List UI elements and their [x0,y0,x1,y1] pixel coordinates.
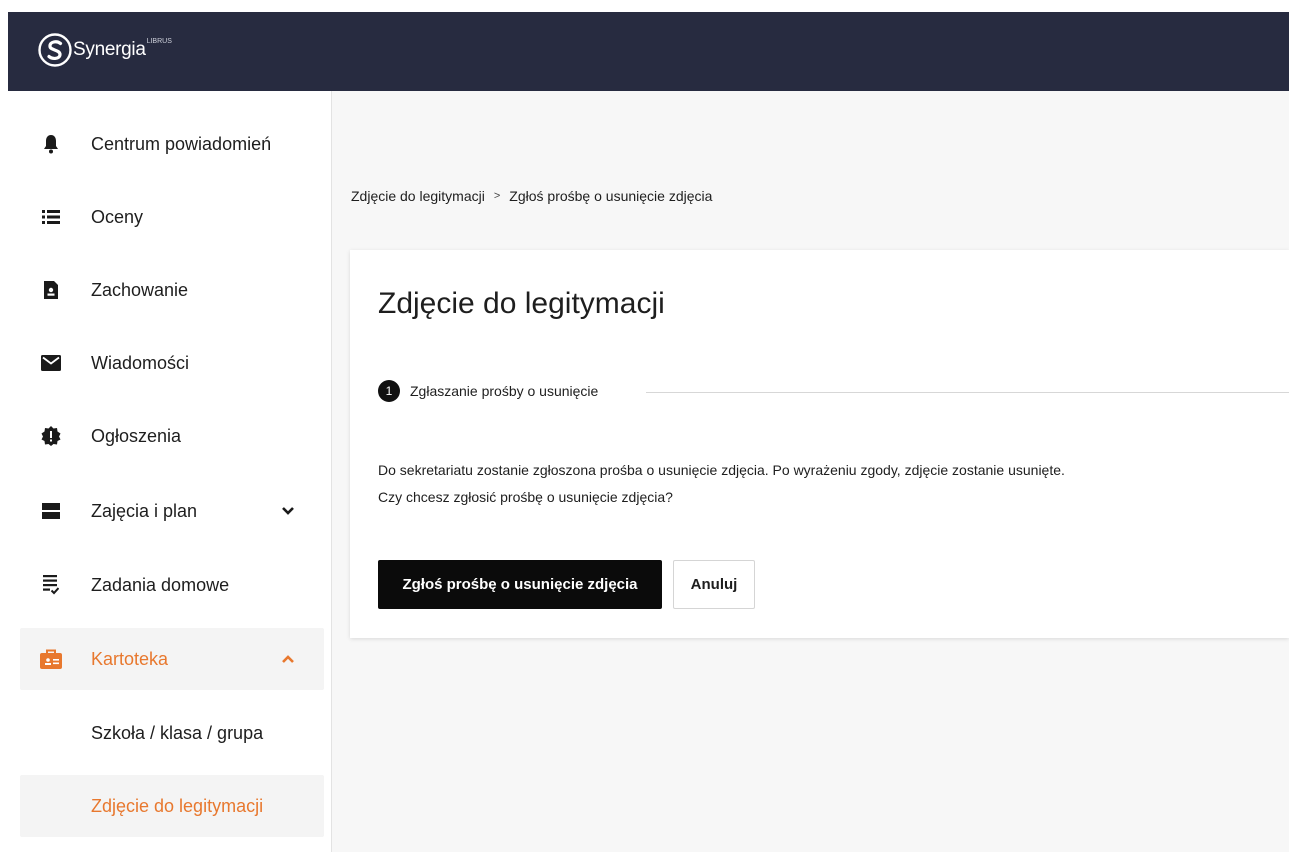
page-title: Zdjęcie do legitymacji [378,287,665,320]
info-message: Do sekretariatu zostanie zgłoszona prośb… [378,462,1065,478]
sidebar-item-zachowanie[interactable]: Zachowanie [20,259,324,321]
logo-superscript: LIBRUS [146,37,172,45]
sidebar-item-label: Zadania domowe [91,574,230,595]
breadcrumb: Zdjęcie do legitymacji > Zgłoś prośbę o … [351,188,712,204]
sidebar-item-oceny[interactable]: Oceny [20,186,324,248]
step-label: Zgłaszanie prośby o usunięcie [410,383,599,399]
sidebar-subitem-label: Szkoła / klasa / grupa [91,722,264,743]
sidebar-item-label: Oceny [91,206,144,227]
sidebar-item-wiadomosci[interactable]: Wiadomości [20,332,324,394]
envelope-icon [40,352,62,374]
top-bar: Synergia LIBRUS [8,12,1289,91]
sidebar-item-label: Zachowanie [91,279,189,300]
synergia-s-logo-icon [38,33,72,67]
sidebar-subitem-label: Zdjęcie do legitymacji [91,795,264,816]
sidebar-item-centrum-powiadomien[interactable]: Centrum powiadomień [20,113,324,175]
cancel-button[interactable]: Anuluj [673,560,755,609]
stepper-step: 1 Zgłaszanie prośby o usunięcie [378,380,598,402]
chevron-down-icon[interactable] [279,502,297,520]
list-icon [40,206,62,228]
sidebar-item-label: Kartoteka [91,648,169,669]
sidebar-item-zadania-domowe[interactable]: Zadania domowe [20,554,324,616]
sidebar-item-zajecia-i-plan[interactable]: Zajęcia i plan [20,480,324,542]
sidebar-subitem-zdjecie-do-legitymacji[interactable]: Zdjęcie do legitymacji [20,775,324,837]
stepper-divider [646,392,1289,393]
sidebar-item-label: Wiadomości [91,352,190,373]
synergia-logo[interactable]: Synergia LIBRUS [38,30,172,70]
bell-icon [40,133,62,155]
sidebar-item-label: Ogłoszenia [91,425,182,446]
breadcrumb-current: Zgłoś prośbę o usunięcie zdjęcia [509,188,713,204]
alert-seal-icon [40,425,62,447]
sidebar-item-kartoteka[interactable]: Kartoteka [20,628,324,690]
badge-document-icon [40,279,62,301]
sidebar-item-label: Centrum powiadomień [91,133,272,154]
photo-removal-card: Zdjęcie do legitymacji 1 Zgłaszanie proś… [350,250,1289,638]
sidebar-subitem-szkola-klasa-grupa[interactable]: Szkoła / klasa / grupa [20,702,324,764]
sidebar-item-ogloszenia[interactable]: Ogłoszenia [20,405,324,467]
step-number-badge: 1 [378,380,400,402]
chevron-up-icon[interactable] [279,650,297,668]
briefcase-icon [40,648,62,670]
sidebar-item-label: Zajęcia i plan [91,500,198,521]
main-content: Zdjęcie do legitymacji > Zgłoś prośbę o … [332,91,1289,852]
homework-list-icon [40,574,62,596]
sidebar: Centrum powiadomień Oceny Zachowanie Wia… [8,91,332,852]
breadcrumb-separator: > [493,190,501,202]
logo-text: Synergia [73,39,146,60]
breadcrumb-link-zdjecie[interactable]: Zdjęcie do legitymacji [351,188,485,204]
confirm-question: Czy chcesz zgłosić prośbę o usunięcie zd… [378,489,673,505]
timetable-icon [40,500,62,522]
submit-removal-request-button[interactable]: Zgłoś prośbę o usunięcie zdjęcia [378,560,662,609]
